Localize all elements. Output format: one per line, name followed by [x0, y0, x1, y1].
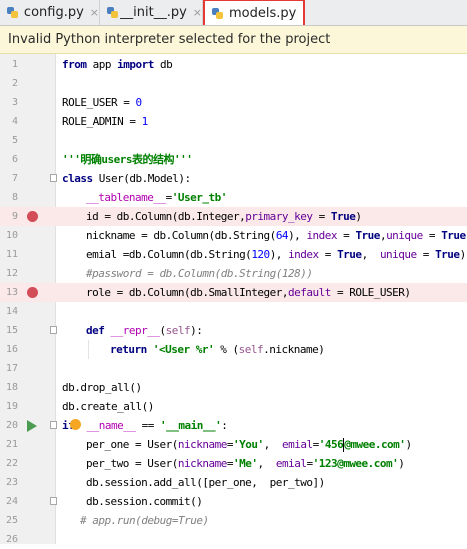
code-text: class User(db.Model):	[62, 172, 191, 185]
interpreter-warning-banner: Invalid Python interpreter selected for …	[0, 26, 467, 54]
python-file-icon	[106, 6, 118, 19]
fold-icon[interactable]	[50, 421, 57, 429]
code-line: 23 db.session.add_all([per_one, per_two]…	[0, 473, 467, 492]
line-number: 17	[5, 363, 18, 374]
code-line: 4 ROLE_ADMIN = 1	[0, 112, 467, 131]
code-line: 21 per_one = User(nickname='You', emial=…	[0, 435, 467, 454]
line-number: 18	[5, 382, 18, 393]
tab-label: __init__.py	[120, 5, 187, 20]
line-number: 4	[11, 116, 18, 127]
code-line: 26	[0, 530, 467, 549]
fold-icon[interactable]	[50, 174, 57, 182]
code-text: per_one = User(nickname='You', emial='45…	[86, 438, 412, 452]
code-line: 7 class User(db.Model):	[0, 169, 467, 188]
docstring: '''明确users表的结构'''	[62, 153, 193, 166]
code-line: 20 if __name__ == '__main__':	[0, 416, 467, 435]
code-line: 11 emial =db.Column(db.String(120), inde…	[0, 245, 467, 264]
code-line: 9 id = db.Column(db.Integer,primary_key …	[0, 207, 467, 226]
code-line: 15 def __repr__(self):	[0, 321, 467, 340]
code-editor[interactable]: 1 from app import db 2 3 ROLE_USER = 0 4…	[0, 54, 467, 545]
line-number: 23	[5, 477, 18, 488]
line-number: 13	[5, 287, 18, 298]
breakpoint-icon[interactable]	[27, 287, 38, 298]
line-number: 14	[5, 306, 18, 317]
code-line: 17	[0, 359, 467, 378]
code-text: emial =db.Column(db.String(120), index =…	[86, 248, 466, 261]
line-number: 19	[5, 401, 18, 412]
code-line: 16 return '<User %r' % (self.nickname)	[0, 340, 467, 359]
fold-icon[interactable]	[50, 326, 57, 334]
python-file-icon	[6, 6, 19, 19]
tab-config-py[interactable]: config.py ×	[0, 0, 100, 25]
tab-label: config.py	[23, 5, 84, 20]
line-number: 9	[11, 211, 18, 222]
line-number: 11	[5, 249, 18, 260]
banner-text: Invalid Python interpreter selected for …	[8, 32, 331, 47]
code-line: 18 db.drop_all()	[0, 378, 467, 397]
tab-label: models.py	[229, 5, 297, 21]
close-icon[interactable]: ×	[193, 6, 202, 19]
line-number: 5	[11, 135, 18, 146]
code-text: per_two = User(nickname='Me', emial='123…	[86, 457, 405, 470]
code-text: if __name__ == '__main__':	[62, 419, 228, 432]
code-line: 25 # app.run(debug=True)	[0, 511, 467, 530]
close-icon[interactable]: ×	[90, 6, 99, 19]
line-number: 25	[5, 515, 18, 526]
code-line: 8 __tablename__='User_tb'	[0, 188, 467, 207]
line-number: 8	[11, 192, 18, 203]
code-line: 24 db.session.commit()	[0, 492, 467, 511]
line-number: 20	[5, 420, 18, 431]
code-text: db.session.add_all([per_one, per_two])	[86, 476, 325, 489]
code-text: __tablename__='User_tb'	[86, 191, 227, 204]
code-text: db.create_all()	[62, 400, 154, 413]
code-line: 22 per_two = User(nickname='Me', emial='…	[0, 454, 467, 473]
code-line: 19 db.create_all()	[0, 397, 467, 416]
code-text: nickname = db.Column(db.String(64), inde…	[86, 229, 467, 242]
line-number: 21	[5, 439, 18, 450]
code-text: return '<User %r' % (self.nickname)	[110, 343, 325, 356]
code-text: db.session.commit()	[86, 495, 203, 508]
line-number: 12	[5, 268, 18, 279]
line-number: 1	[11, 59, 18, 70]
editor-tab-bar: config.py × __init__.py × models.py	[0, 0, 467, 26]
breakpoint-icon[interactable]	[27, 211, 38, 222]
line-number: 10	[5, 230, 18, 241]
code-line: 5	[0, 131, 467, 150]
comment: #password = db.Column(db.String(128))	[86, 267, 313, 280]
code-text: db.drop_all()	[62, 381, 142, 394]
run-icon[interactable]	[27, 420, 37, 432]
line-number: 26	[5, 534, 18, 545]
line-number: 24	[5, 496, 18, 507]
line-number: 15	[5, 325, 18, 336]
code-text: id = db.Column(db.Integer,primary_key = …	[86, 210, 362, 223]
code-line: 12 #password = db.Column(db.String(128))	[0, 264, 467, 283]
tab-init-py[interactable]: __init__.py ×	[100, 0, 203, 25]
python-file-icon	[211, 7, 224, 20]
code-line: 13 role = db.Column(db.SmallInteger,defa…	[0, 283, 467, 302]
code-line: 3 ROLE_USER = 0	[0, 93, 467, 112]
line-number: 22	[5, 458, 18, 469]
code-text: from app import db	[62, 58, 173, 71]
fold-icon[interactable]	[50, 497, 57, 505]
tab-models-py[interactable]: models.py	[203, 0, 305, 25]
comment: # app.run(debug=True)	[80, 514, 209, 527]
code-text: def __repr__(self):	[86, 324, 203, 337]
line-number: 3	[11, 97, 18, 108]
code-text: role = db.Column(db.SmallInteger,default…	[86, 286, 411, 299]
line-number: 6	[11, 154, 18, 165]
intention-bulb-icon[interactable]	[70, 419, 81, 430]
line-number: 16	[5, 344, 18, 355]
line-number: 2	[11, 78, 18, 89]
code-line: 1 from app import db	[0, 55, 467, 74]
code-line: 2	[0, 74, 467, 93]
code-text: ROLE_ADMIN = 1	[62, 115, 148, 128]
code-line: 6 '''明确users表的结构'''	[0, 150, 467, 169]
code-line: 10 nickname = db.Column(db.String(64), i…	[0, 226, 467, 245]
code-text: ROLE_USER = 0	[62, 96, 142, 109]
code-line: 14	[0, 302, 467, 321]
line-number: 7	[11, 173, 18, 184]
indent-guide	[88, 340, 89, 359]
